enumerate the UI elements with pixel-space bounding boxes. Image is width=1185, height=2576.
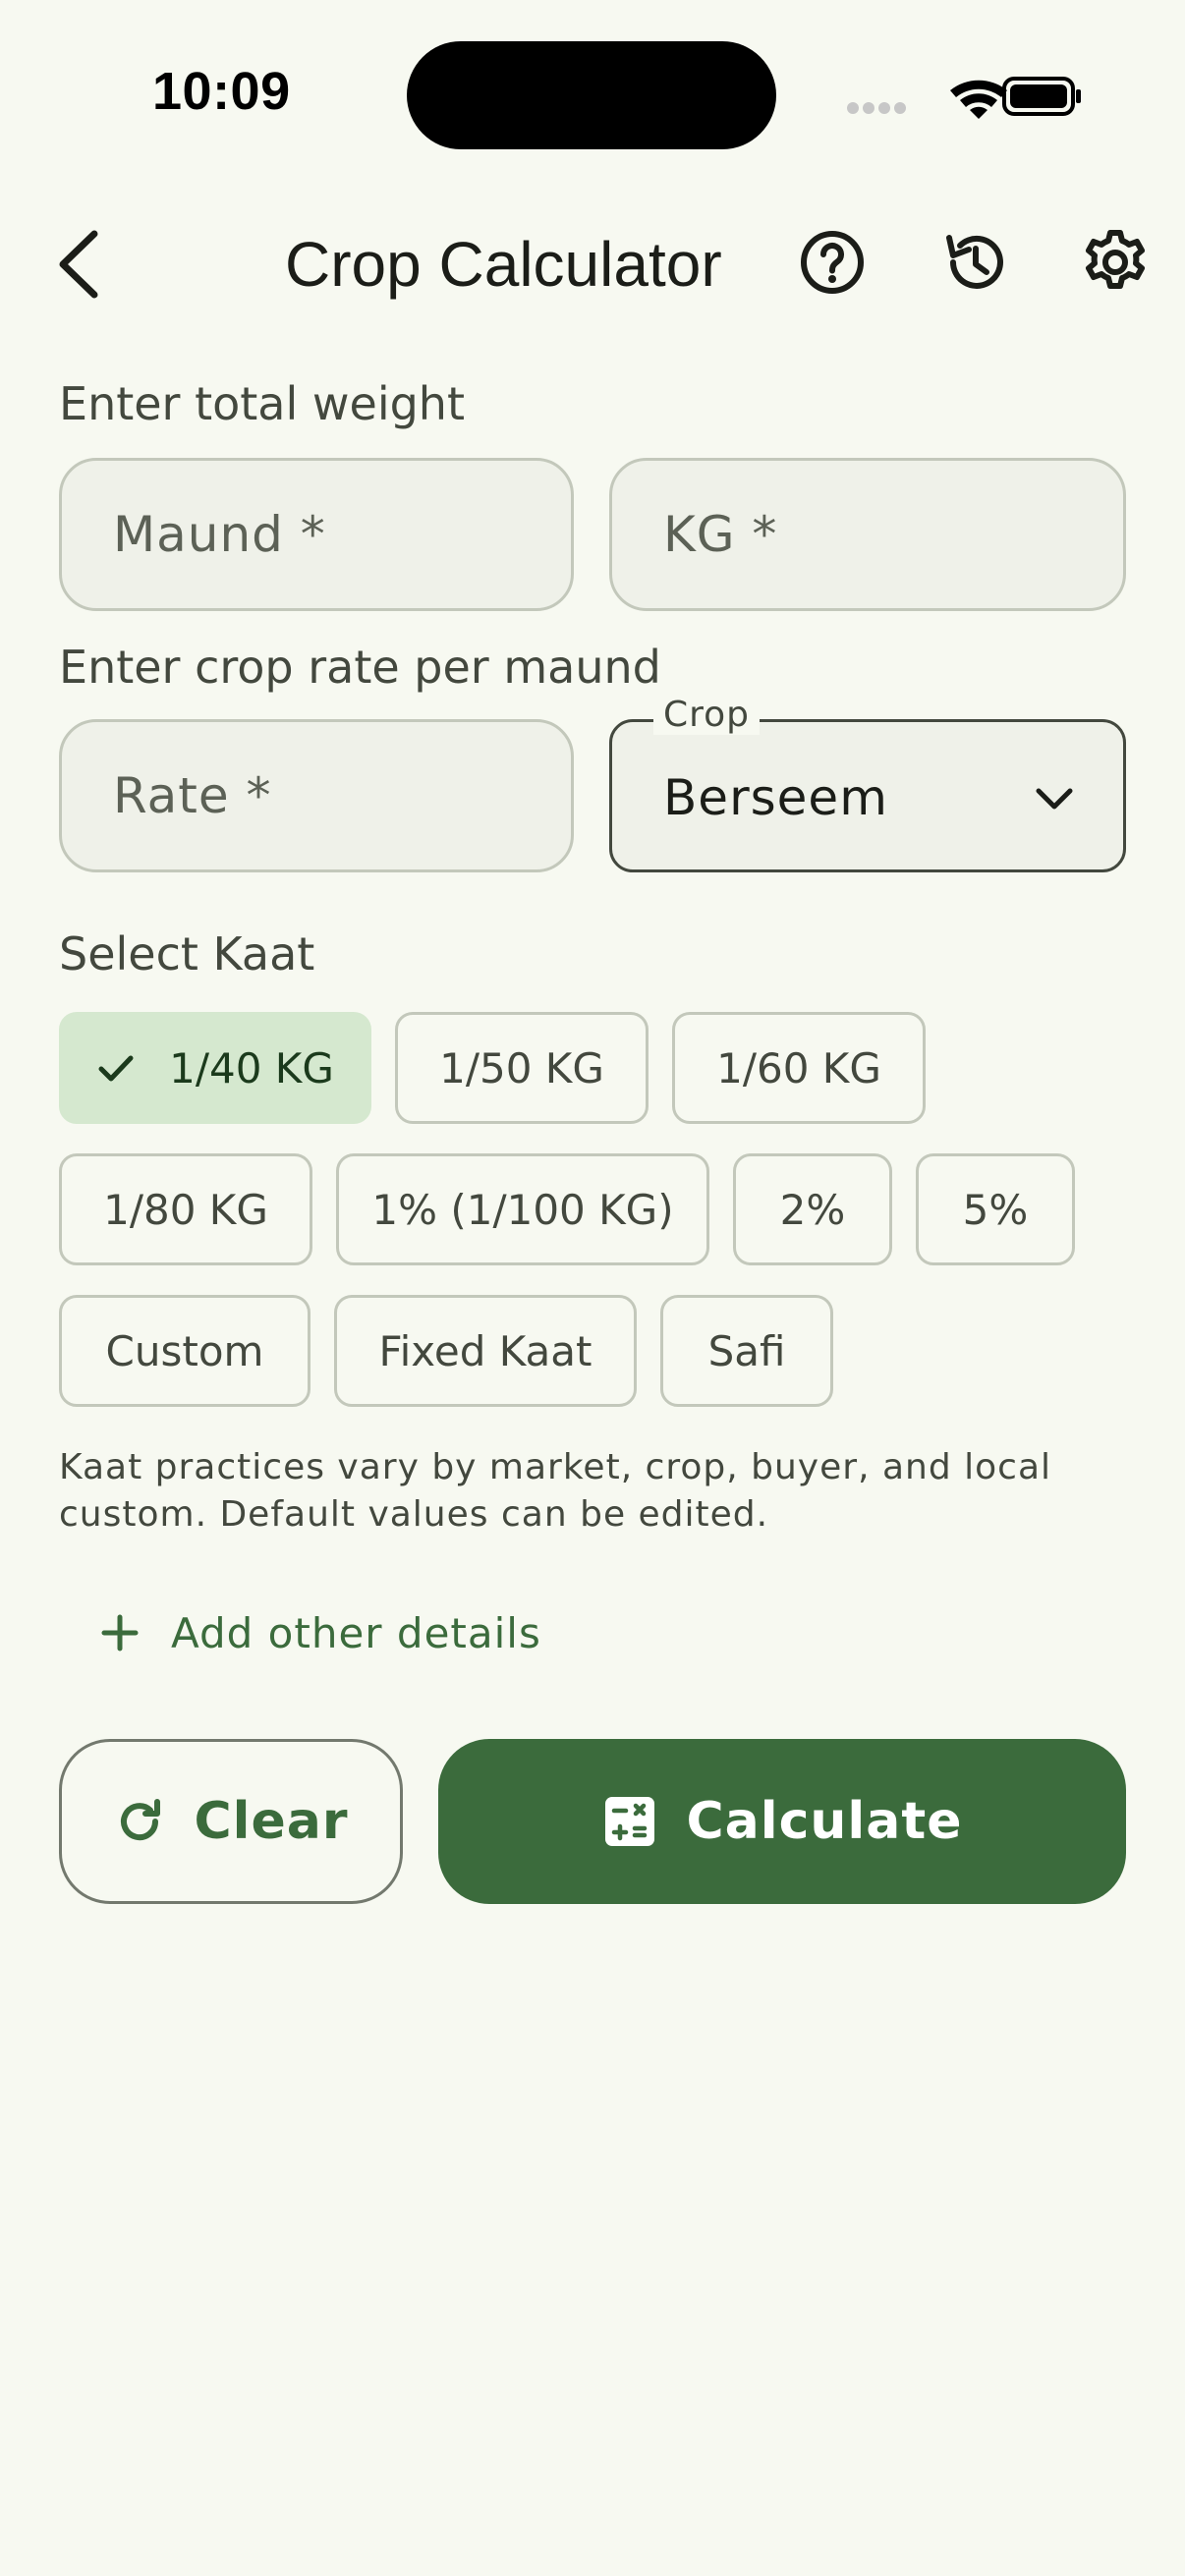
clear-button[interactable]: Clear <box>59 1739 403 1904</box>
kaat-chip-2-percent[interactable]: 2% <box>733 1153 892 1265</box>
crop-dropdown-label: Crop <box>653 695 761 735</box>
plus-icon <box>101 1614 139 1652</box>
status-icons <box>847 77 1081 119</box>
signal-dots-icon <box>847 102 906 114</box>
kaat-chip-1-percent[interactable]: 1% (1/100 KG) <box>336 1153 709 1265</box>
crop-calculator-screen: 10:09 Crop Calculator Enter total weight… <box>0 0 1185 2576</box>
kg-input[interactable]: KG * <box>609 458 1126 611</box>
crop-dropdown[interactable]: Crop Berseem <box>609 695 1126 872</box>
battery-icon <box>1002 77 1081 116</box>
add-details-label: Add other details <box>171 1608 541 1657</box>
kaat-chip-label: 1/80 KG <box>103 1185 268 1234</box>
kaat-chip-1-40kg[interactable]: 1/40 KG <box>59 1012 371 1124</box>
settings-icon[interactable] <box>1081 228 1150 297</box>
calculate-button-label: Calculate <box>686 1792 963 1851</box>
kaat-section-label: Select Kaat <box>59 927 315 980</box>
rate-input[interactable]: Rate * <box>59 719 574 872</box>
kaat-chip-label: 5% <box>962 1185 1029 1234</box>
maund-input[interactable]: Maund * <box>59 458 574 611</box>
help-icon[interactable] <box>798 228 867 297</box>
kaat-chip-label: Custom <box>105 1326 264 1375</box>
check-icon <box>98 1055 134 1082</box>
weight-section-label: Enter total weight <box>59 377 465 430</box>
clear-button-label: Clear <box>194 1792 349 1851</box>
kaat-chip-custom[interactable]: Custom <box>59 1295 310 1407</box>
kaat-chip-1-60kg[interactable]: 1/60 KG <box>672 1012 926 1124</box>
wifi-icon <box>950 80 1007 119</box>
back-arrow-icon[interactable] <box>51 224 110 305</box>
kaat-chip-1-80kg[interactable]: 1/80 KG <box>59 1153 312 1265</box>
kaat-chip-fixed-kaat[interactable]: Fixed Kaat <box>334 1295 637 1407</box>
kaat-chip-safi[interactable]: Safi <box>660 1295 833 1407</box>
chevron-down-icon <box>1036 788 1073 810</box>
crop-dropdown-value: Berseem <box>663 769 888 826</box>
calculate-button[interactable]: Calculate <box>438 1739 1126 1904</box>
rate-section-label: Enter crop rate per maund <box>59 641 661 694</box>
kaat-chip-label: 1/60 KG <box>716 1043 881 1092</box>
add-details-button[interactable]: Add other details <box>98 1601 541 1664</box>
history-icon[interactable] <box>939 228 1008 297</box>
kaat-chip-label: 1/50 KG <box>439 1043 604 1092</box>
page-title: Crop Calculator <box>285 229 722 300</box>
kaat-chip-5-percent[interactable]: 5% <box>916 1153 1075 1265</box>
dynamic-island <box>407 41 776 149</box>
calculator-icon <box>604 1797 654 1846</box>
refresh-icon <box>120 1799 160 1841</box>
kaat-chip-1-50kg[interactable]: 1/50 KG <box>395 1012 649 1124</box>
kaat-chip-label: Safi <box>707 1326 786 1375</box>
kaat-note: Kaat practices vary by market, crop, buy… <box>59 1447 1052 1535</box>
kaat-chip-label: Fixed Kaat <box>378 1326 592 1375</box>
status-time: 10:09 <box>152 62 291 121</box>
kaat-chip-label: 1% (1/100 KG) <box>371 1185 674 1234</box>
kaat-chip-label: 2% <box>779 1185 846 1234</box>
kaat-chip-label: 1/40 KG <box>169 1043 334 1092</box>
